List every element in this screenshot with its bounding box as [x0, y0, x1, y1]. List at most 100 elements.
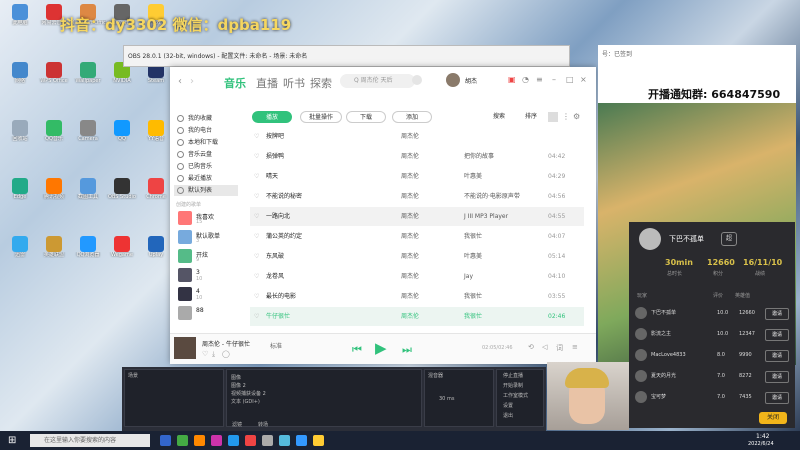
- obs-window-titlebar[interactable]: OBS 28.0.1 (32-bit, windows) - 配置文件: 未命名…: [123, 45, 570, 67]
- lyrics-icon[interactable]: 词: [556, 343, 563, 353]
- taskbar-app-icon[interactable]: [228, 435, 239, 446]
- minimize-icon[interactable]: –: [552, 75, 556, 84]
- playlist-icon[interactable]: ≡: [572, 343, 578, 351]
- song-row[interactable]: ♡ 东风破 周杰伦 叶惠美 05:14: [250, 247, 584, 266]
- forward-arrow-icon[interactable]: ›: [190, 76, 194, 87]
- heart-icon[interactable]: ♡: [254, 287, 259, 306]
- heart-icon[interactable]: ♡: [254, 167, 259, 186]
- play-all-button[interactable]: 播放: [252, 111, 292, 123]
- sidebar-item-radio[interactable]: 我的电台: [174, 125, 238, 136]
- transition-button[interactable]: 转场: [258, 421, 268, 428]
- song-row[interactable]: ♡ 按牌吧 周杰伦: [250, 127, 584, 146]
- taskbar-app-icon[interactable]: [245, 435, 256, 446]
- volume-icon[interactable]: ◁: [542, 343, 547, 351]
- desktop-icon[interactable]: Uplay: [138, 236, 174, 270]
- song-album[interactable]: 叶惠美: [464, 167, 482, 186]
- song-row[interactable]: ♡ 一路向北 周杰伦 J III MP3 Player 04:55: [250, 207, 584, 226]
- microphone-icon[interactable]: [412, 75, 422, 85]
- heart-icon[interactable]: ♡: [254, 267, 259, 286]
- sidebar-item-local[interactable]: 本地和下载: [174, 137, 238, 148]
- comment-icon[interactable]: ◯: [222, 350, 230, 358]
- song-row[interactable]: ♡ 龙卷风 周杰伦 Jay 04:10: [250, 267, 584, 286]
- maximize-icon[interactable]: □: [566, 75, 574, 84]
- stop-stream-button[interactable]: 停止直播: [503, 372, 523, 379]
- avatar[interactable]: [446, 73, 460, 87]
- confirm-button[interactable]: 关闭: [759, 412, 787, 424]
- sidebar-item-purchased[interactable]: 已购音乐: [174, 161, 238, 172]
- song-artist[interactable]: 周杰伦: [401, 287, 419, 306]
- heart-icon[interactable]: ♡: [254, 187, 259, 206]
- desktop-icon[interactable]: QQ音乐: [36, 120, 72, 154]
- heart-icon[interactable]: ♡: [254, 147, 259, 166]
- invite-button[interactable]: 邀请: [765, 392, 789, 404]
- tab-music[interactable]: 音乐: [224, 75, 246, 91]
- desktop-icon[interactable]: Edge: [2, 178, 38, 212]
- windows-start-icon[interactable]: ⊞: [8, 435, 16, 446]
- taskbar-app-icon[interactable]: [262, 435, 273, 446]
- album-cover[interactable]: [174, 337, 196, 359]
- song-album[interactable]: 不能说的·电影原声带: [464, 187, 520, 206]
- taskbar-app-icon[interactable]: [194, 435, 205, 446]
- song-artist[interactable]: 周杰伦: [401, 147, 419, 166]
- taskbar-app-icon[interactable]: [177, 435, 188, 446]
- desktop-icon[interactable]: Chrome: [138, 178, 174, 212]
- mixer-delay[interactable]: 30 ms: [439, 396, 454, 402]
- desktop-icon[interactable]: OBS Studio: [104, 178, 140, 212]
- settings-icon[interactable]: ⚙: [573, 112, 580, 121]
- song-artist[interactable]: 周杰伦: [401, 207, 419, 226]
- next-icon[interactable]: ⏭: [402, 343, 412, 357]
- song-row[interactable]: ♡ 损弹鸭 周杰伦 把你的故事 04:42: [250, 147, 584, 166]
- list-view-icon[interactable]: [548, 112, 558, 122]
- song-album[interactable]: 我很忙: [464, 287, 482, 306]
- invite-button[interactable]: 邀请: [765, 329, 789, 341]
- add-button[interactable]: 添加: [392, 111, 432, 123]
- sidebar-item-cloud[interactable]: 音乐云盘: [174, 149, 238, 160]
- skin-icon[interactable]: ◔: [522, 75, 529, 84]
- desktop-icon[interactable]: QQ浏览器: [70, 236, 106, 270]
- song-row[interactable]: ♡ 最长的电影 周杰伦 我很忙 03:55: [250, 287, 584, 306]
- like-icon[interactable]: ♡: [202, 350, 208, 358]
- playlist-item[interactable]: 3 10: [178, 268, 238, 284]
- heart-icon[interactable]: ♡: [254, 227, 259, 246]
- playlist-item[interactable]: 默认歌单 3: [178, 230, 238, 246]
- menu-icon[interactable]: ≡: [536, 75, 543, 84]
- filters-button[interactable]: 滤镜: [232, 421, 242, 428]
- desktop-icon[interactable]: NVIDIA: [104, 62, 140, 96]
- playlist-item[interactable]: 开炫 9: [178, 249, 238, 265]
- start-record-button[interactable]: 开始录制: [503, 382, 523, 389]
- tab-live[interactable]: 直播: [256, 75, 278, 91]
- song-album[interactable]: 叶惠美: [464, 247, 482, 266]
- previous-icon[interactable]: ⏮: [352, 343, 362, 357]
- studio-mode-button[interactable]: 工作室模式: [503, 392, 528, 399]
- heart-icon[interactable]: ♡: [254, 247, 259, 266]
- play-icon[interactable]: ▶: [375, 339, 387, 357]
- desktop-icon[interactable]: 截图工具: [70, 178, 106, 212]
- song-album[interactable]: 我很忙: [464, 307, 482, 326]
- song-row[interactable]: ♡ 蒲公英的约定 周杰伦 我很忙 04:07: [250, 227, 584, 246]
- sidebar-item-default-list[interactable]: 默认列表: [174, 185, 238, 196]
- sidebar-item-recent[interactable]: 最近播放: [174, 173, 238, 184]
- song-artist[interactable]: 周杰伦: [401, 267, 419, 286]
- search-input[interactable]: Q 周杰伦 天后: [340, 74, 415, 88]
- song-album[interactable]: 我很忙: [464, 227, 482, 246]
- source-item[interactable]: 图像: [231, 374, 241, 381]
- source-item[interactable]: 视频捕获设备 2: [231, 390, 266, 397]
- desktop-icon[interactable]: Steam: [138, 62, 174, 96]
- user-name[interactable]: 胡杰: [465, 76, 477, 85]
- settings-button[interactable]: 设置: [503, 402, 513, 409]
- desktop-icon[interactable]: QQ: [104, 120, 140, 154]
- search-list-button[interactable]: 搜索: [486, 111, 512, 123]
- desktop-icon[interactable]: 回收站: [2, 120, 38, 154]
- quality-badge[interactable]: 标准: [270, 341, 282, 350]
- song-artist[interactable]: 周杰伦: [401, 247, 419, 266]
- song-album[interactable]: 把你的故事: [464, 147, 494, 166]
- song-artist[interactable]: 周杰伦: [401, 307, 419, 326]
- taskbar-search-input[interactable]: 在这里输入你要搜索的内容: [30, 434, 150, 447]
- heart-icon[interactable]: ♡: [254, 127, 259, 146]
- song-artist[interactable]: 周杰伦: [401, 187, 419, 206]
- batch-button[interactable]: 批量操作: [300, 111, 342, 123]
- taskbar-app-icon[interactable]: [296, 435, 307, 446]
- song-artist[interactable]: 周杰伦: [401, 227, 419, 246]
- sidebar-item-favorites[interactable]: 我的收藏: [174, 113, 238, 124]
- invite-button[interactable]: 邀请: [765, 350, 789, 362]
